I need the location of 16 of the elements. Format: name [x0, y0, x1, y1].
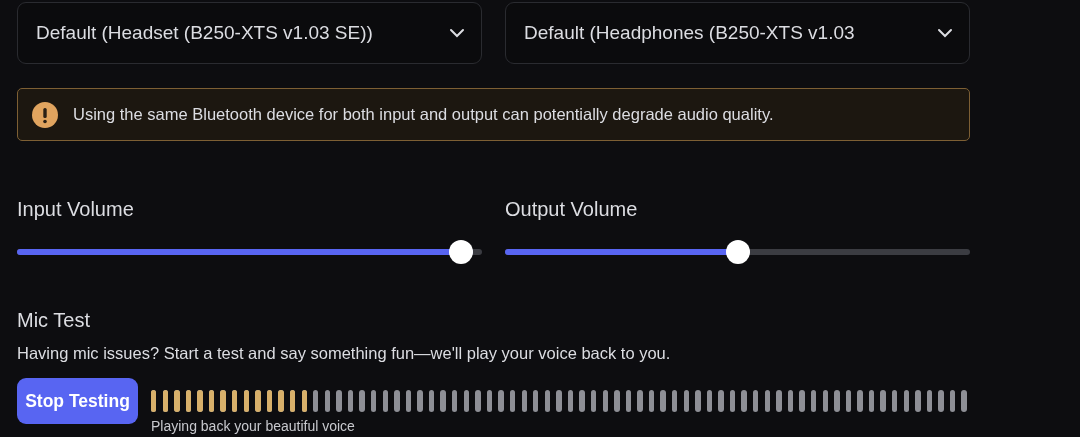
description-text: Having mic issues? Start a test and say something fun—we'll play your voice back to you.: [17, 343, 672, 363]
volume-label: Output Volume: [505, 197, 639, 221]
chevron-down-icon: [449, 28, 465, 38]
status-text: Playing back your beautiful voice: [151, 419, 356, 433]
volume-label: Input Volume: [17, 197, 135, 221]
warning-text: Using the same Bluetooth device for both input and output can potentially degrade audio quality.: [73, 105, 774, 124]
slider-handle[interactable]: [449, 240, 474, 264]
volume-slider[interactable]: [505, 240, 970, 264]
chevron-down-icon: [937, 28, 953, 38]
device-select[interactable]: Default (Headset (B250-XTS v1.03 SE)): [17, 2, 482, 64]
section-title: Mic Test: [17, 308, 91, 332]
device-select[interactable]: Default (Headphones (B250-XTS v1.03: [505, 2, 970, 64]
exclamation-icon: [32, 101, 58, 128]
stop-testing-button[interactable]: Stop Testing: [17, 378, 138, 424]
volume-slider[interactable]: [17, 240, 482, 264]
slider-handle[interactable]: [725, 240, 750, 264]
